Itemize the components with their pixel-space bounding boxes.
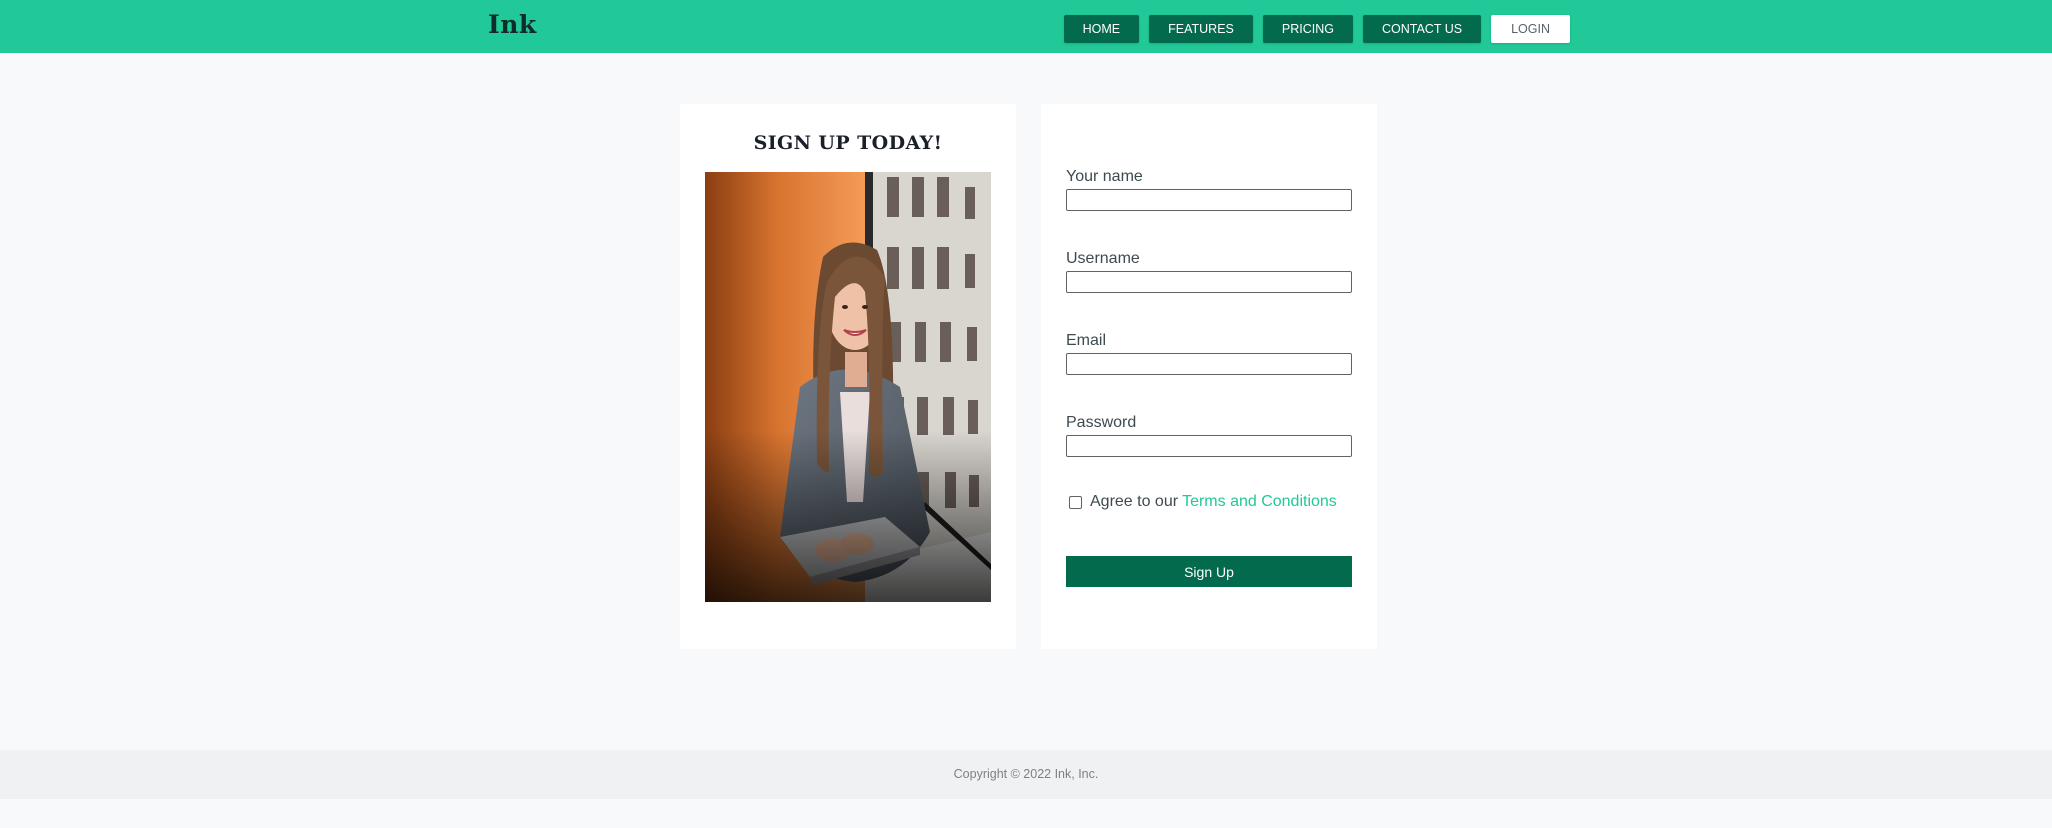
signup-title: SIGN UP TODAY! [753, 132, 943, 154]
signup-promo-card: SIGN UP TODAY! [680, 104, 1016, 649]
name-label: Your name [1066, 168, 1143, 185]
email-field-group: Email [1066, 332, 1352, 375]
password-label: Password [1066, 414, 1137, 431]
nav-login-button[interactable]: LOGIN [1491, 15, 1570, 43]
woman-with-laptop-image [705, 172, 991, 602]
password-field-group: Password [1066, 414, 1352, 457]
nav-features-button[interactable]: FEATURES [1149, 15, 1253, 43]
nav-pricing-button[interactable]: PRICING [1262, 15, 1353, 43]
nav-contact-button[interactable]: CONTACT US [1362, 15, 1482, 43]
email-input[interactable] [1066, 353, 1352, 375]
signup-button[interactable]: Sign Up [1066, 556, 1352, 587]
brand-logo[interactable]: Ink [488, 10, 537, 39]
signup-form-card: Your name Username Email Password Agree … [1041, 104, 1377, 649]
username-input[interactable] [1066, 271, 1352, 293]
terms-checkbox[interactable] [1069, 495, 1082, 509]
password-input[interactable] [1066, 435, 1352, 457]
email-label: Email [1066, 332, 1107, 349]
page-footer: Copyright © 2022 Ink, Inc. [0, 750, 2052, 799]
name-field-group: Your name [1066, 168, 1352, 211]
terms-link[interactable]: Terms and Conditions [1182, 493, 1337, 511]
top-navbar: Ink HOME FEATURES PRICING CONTACT US LOG… [0, 0, 2052, 53]
promo-photo [705, 172, 991, 602]
terms-row: Agree to our Terms and Conditions [1069, 493, 1337, 511]
copyright-text: Copyright © 2022 Ink, Inc. [953, 767, 1099, 781]
nav-home-button[interactable]: HOME [1063, 15, 1140, 43]
name-input[interactable] [1066, 189, 1352, 211]
username-label: Username [1066, 250, 1140, 267]
main-nav: HOME FEATURES PRICING CONTACT US LOGIN [1063, 15, 1570, 43]
username-field-group: Username [1066, 250, 1352, 293]
agree-text: Agree to our [1090, 493, 1179, 510]
